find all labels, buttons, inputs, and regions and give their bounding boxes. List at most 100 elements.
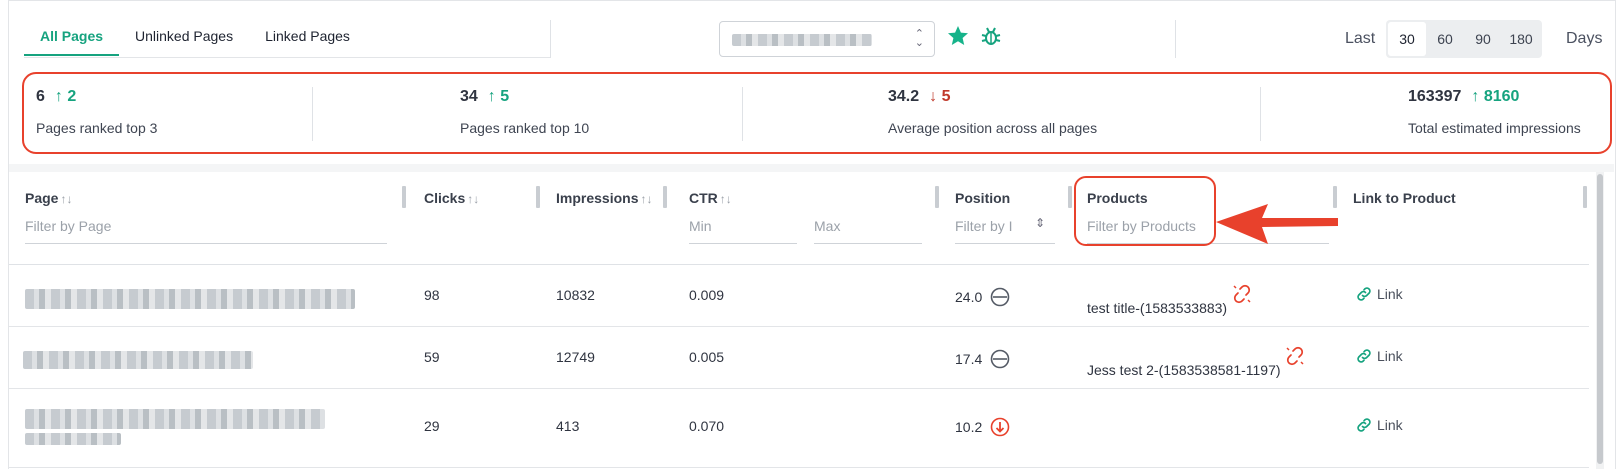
annotation-arrow-icon	[1216, 204, 1338, 244]
stat-label: Total estimated impressions	[1408, 120, 1581, 136]
column-header-page[interactable]: Page ↑↓	[25, 190, 72, 206]
link-to-product-button[interactable]: Link	[1355, 347, 1403, 365]
chevron-up-down-icon: ⌃ ⌄	[914, 28, 924, 49]
product-name: test title-(1583533883)	[1087, 300, 1228, 316]
stat-value: 34	[460, 88, 478, 105]
impressions-cell: 413	[556, 418, 580, 434]
position-value: 17.4	[955, 351, 983, 367]
position-value: 10.2	[955, 419, 983, 435]
column-header-impressions[interactable]: Impressions ↑↓	[556, 190, 652, 206]
column-resize-handle[interactable]	[1068, 186, 1072, 208]
stat-label: Average position across all pages	[888, 120, 1098, 136]
link-to-product-button[interactable]: Link	[1355, 416, 1403, 434]
days-option-90[interactable]: 90	[1464, 22, 1502, 56]
days-suffix: Days	[1566, 30, 1603, 47]
page-filter-input[interactable]: Filter by Page	[25, 214, 387, 244]
link-icon	[1357, 287, 1371, 301]
column-header-link[interactable]: Link to Product	[1353, 190, 1456, 206]
sort-icon[interactable]: ↑↓	[60, 192, 72, 206]
link-label: Link	[1377, 417, 1403, 433]
stat-delta: 8160	[1483, 88, 1520, 105]
column-resize-handle[interactable]	[663, 186, 667, 208]
broken-link-icon[interactable]	[1231, 283, 1253, 305]
bug-icon[interactable]	[980, 26, 1002, 48]
product-cell: Jess test 2-(1583538581-1197)	[1087, 346, 1306, 378]
ctr-cell: 0.005	[689, 349, 725, 365]
column-resize-handle[interactable]	[402, 186, 406, 208]
table-row[interactable]: 98 10832 0.009 24.0 test title-(15835338…	[9, 265, 1589, 327]
stat-value: 163397	[1408, 88, 1462, 105]
column-label: CTR	[689, 190, 718, 206]
position-cell: 10.2	[955, 417, 1010, 437]
chevron-up-down-icon: ⇕	[1034, 216, 1045, 230]
stat-label: Pages ranked top 3	[36, 120, 158, 136]
star-icon[interactable]	[946, 24, 970, 48]
days-option-180[interactable]: 180	[1502, 22, 1540, 56]
arrow-down-circle-icon	[990, 417, 1010, 437]
page-url-redacted[interactable]	[25, 409, 325, 429]
page-filter-tabs: All Pages Unlinked Pages Linked Pages	[24, 16, 366, 56]
stat-label: Pages ranked top 10	[460, 120, 590, 136]
page-url-redacted[interactable]	[25, 433, 121, 445]
link-to-product-button[interactable]: Link	[1355, 285, 1403, 303]
neutral-circle-icon	[990, 349, 1010, 369]
table-row[interactable]: 29 413 0.070 10.2 Link	[9, 389, 1589, 468]
column-header-ctr[interactable]: CTR ↑↓	[689, 190, 732, 206]
ctr-min-input[interactable]: Min	[689, 214, 797, 244]
days-option-30[interactable]: 30	[1388, 22, 1426, 56]
broken-link-icon[interactable]	[1284, 345, 1306, 367]
column-label: Clicks	[424, 190, 466, 206]
stat-divider	[742, 87, 743, 141]
tabs-divider	[24, 57, 550, 58]
neutral-circle-icon	[990, 287, 1010, 307]
link-label: Link	[1377, 348, 1403, 364]
column-label: Impressions	[556, 190, 639, 206]
column-resize-handle[interactable]	[935, 186, 939, 208]
stat-delta: 5	[500, 88, 510, 105]
days-prefix: Last	[1345, 30, 1376, 47]
table-scrollbar[interactable]	[1596, 172, 1604, 469]
position-filter-select[interactable]: Filter by I ⇕	[955, 214, 1055, 244]
tab-linked-pages[interactable]: Linked Pages	[249, 16, 366, 56]
ctr-max-input[interactable]: Max	[814, 214, 922, 244]
column-label: Position	[955, 190, 1011, 206]
site-select[interactable]: ⌃ ⌄	[719, 21, 935, 57]
stat-top3: 6 ↑ 2 Pages ranked top 3	[36, 88, 157, 136]
tab-unlinked-pages[interactable]: Unlinked Pages	[119, 16, 249, 56]
clicks-cell: 59	[424, 349, 440, 365]
column-header-clicks[interactable]: Clicks ↑↓	[424, 190, 479, 206]
toolbar-separator	[550, 20, 551, 58]
position-filter-placeholder: Filter by I	[955, 218, 1013, 234]
position-cell: 17.4	[955, 349, 1010, 369]
days-option-60[interactable]: 60	[1426, 22, 1464, 56]
link-label: Link	[1377, 286, 1403, 302]
scrollbar-thumb[interactable]	[1597, 174, 1603, 464]
tab-all-pages[interactable]: All Pages	[24, 16, 120, 56]
stat-value: 34.2	[888, 88, 920, 105]
page-url-redacted[interactable]	[23, 351, 253, 369]
trend-down-indicator: ↓ 5	[929, 88, 951, 105]
sort-icon[interactable]: ↑↓	[467, 192, 479, 206]
column-header-position[interactable]: Position	[955, 190, 1010, 206]
trend-up-indicator: ↑ 2	[54, 88, 77, 105]
link-icon	[1357, 349, 1371, 363]
position-value: 24.0	[955, 289, 983, 305]
link-icon	[1357, 418, 1371, 432]
table-row[interactable]: 59 12749 0.005 17.4 Jess test 2-(1583538…	[9, 327, 1589, 389]
stat-value: 6	[36, 88, 45, 105]
column-resize-handle[interactable]	[536, 186, 540, 208]
impressions-cell: 10832	[556, 287, 595, 303]
sort-icon[interactable]: ↑↓	[720, 192, 732, 206]
table-header: Page ↑↓ Filter by Page Clicks ↑↓ Impressio…	[9, 172, 1589, 265]
trend-up-indicator: ↑ 8160	[1471, 88, 1520, 105]
stat-delta: 2	[67, 88, 77, 105]
column-label: Link to Product	[1353, 190, 1456, 206]
toolbar-separator	[1175, 20, 1176, 58]
product-name: Jess test 2-(1583538581-1197)	[1087, 362, 1281, 378]
sort-icon[interactable]: ↑↓	[640, 192, 652, 206]
column-resize-handle[interactable]	[1583, 186, 1587, 208]
products-highlight-annotation	[1074, 176, 1216, 246]
stat-divider	[312, 87, 313, 141]
stat-avg-position: 34.2 ↓ 5 Average position across all page…	[888, 88, 1097, 136]
page-url-redacted[interactable]	[25, 289, 355, 309]
